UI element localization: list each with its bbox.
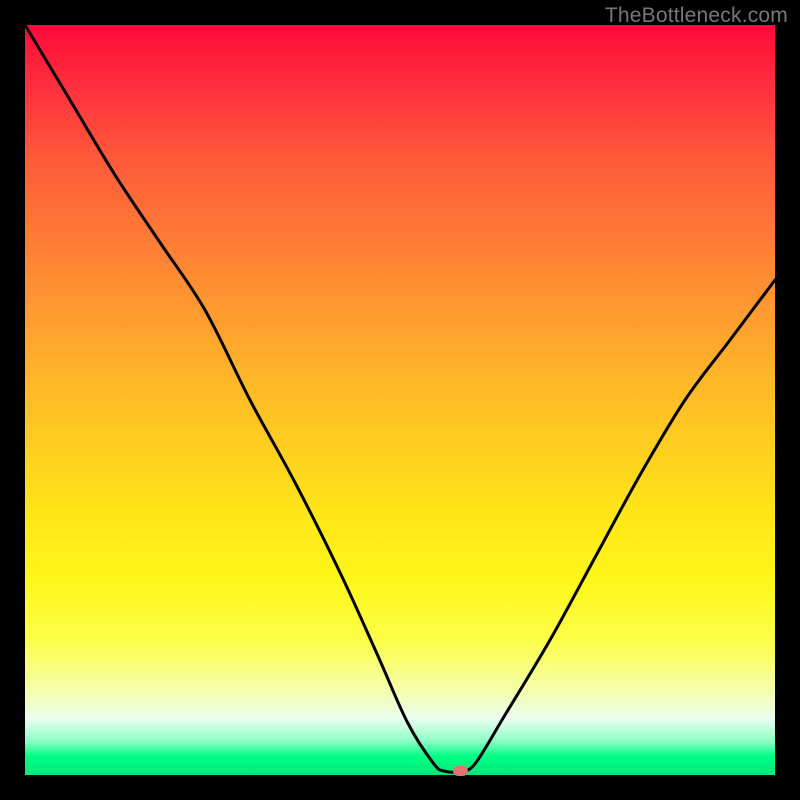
- curve-svg: [25, 25, 775, 775]
- minimum-marker: [453, 766, 468, 776]
- bottleneck-curve-path: [25, 25, 775, 772]
- chart-frame: TheBottleneck.com: [0, 0, 800, 800]
- plot-area: [25, 25, 775, 775]
